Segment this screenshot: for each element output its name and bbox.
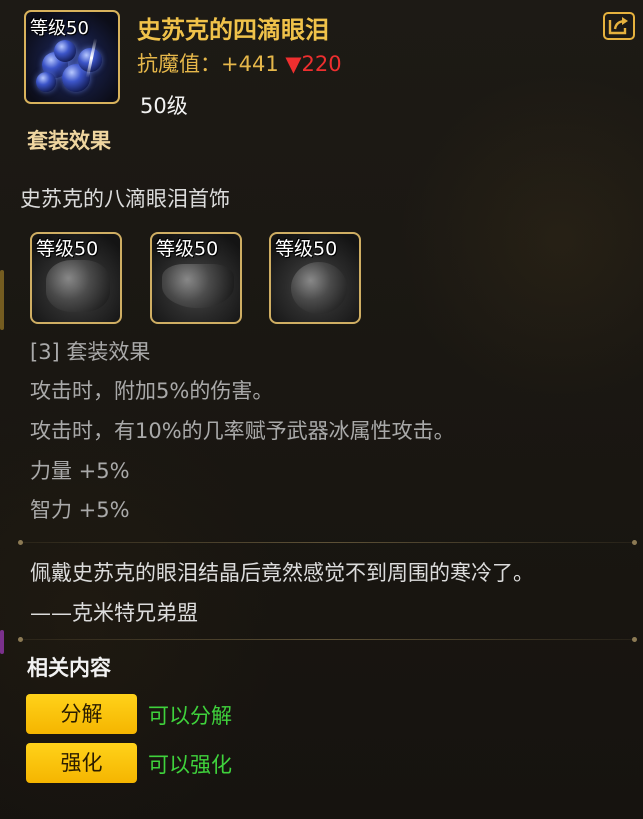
disassemble-button[interactable]: 分解 <box>26 694 137 734</box>
item-title: 史苏克的四滴眼泪 <box>137 16 329 44</box>
divider <box>18 540 637 545</box>
decrease-arrow-icon: ▼ <box>285 52 302 76</box>
set-piece-slot[interactable]: 等级50 <box>30 232 122 324</box>
stat-delta: 220 <box>301 52 342 76</box>
gem-icon <box>36 72 56 92</box>
ring-icon <box>291 262 347 314</box>
stat-label: 抗魔值： <box>137 52 221 76</box>
set-effect-line: 力量 +5% <box>30 459 130 483</box>
edge-glow-purple <box>0 630 4 654</box>
flavor-author: ——克米特兄弟盟 <box>30 601 198 625</box>
set-section-title: 套装效果 <box>27 129 111 153</box>
set-effect-line: 攻击时，附加5%的伤害。 <box>30 379 274 403</box>
set-piece-slot[interactable]: 等级50 <box>269 232 361 324</box>
related-section-title: 相关内容 <box>27 656 111 680</box>
flavor-text: 佩戴史苏克的眼泪结晶后竟然感觉不到周围的寒冷了。 <box>30 561 534 585</box>
required-level: 50级 <box>140 94 188 118</box>
stat-line: 抗魔值：+441 ▼220 <box>137 48 342 78</box>
bracelet-icon <box>46 260 110 312</box>
set-piece-level-tag: 等级50 <box>275 238 338 260</box>
set-effect-line: 攻击时，有10%的几率赋予武器冰属性攻击。 <box>30 419 455 443</box>
set-effect-line: 智力 +5% <box>30 498 130 522</box>
item-level-tag: 等级50 <box>30 18 89 39</box>
edge-glow-gold <box>0 270 4 330</box>
enhance-button[interactable]: 强化 <box>26 743 137 783</box>
set-effect-header: [3] 套装效果 <box>30 340 151 364</box>
set-piece-level-tag: 等级50 <box>156 238 219 260</box>
necklace-icon <box>162 264 234 308</box>
divider <box>18 637 637 642</box>
stat-value: +441 <box>221 52 279 76</box>
set-name: 史苏克的八滴眼泪首饰 <box>20 187 230 211</box>
set-piece-slot[interactable]: 等级50 <box>150 232 242 324</box>
set-piece-level-tag: 等级50 <box>36 238 99 260</box>
item-icon: 等级50 <box>24 10 120 104</box>
share-button[interactable] <box>603 12 635 40</box>
item-tooltip: 等级50 史苏克的四滴眼泪 抗魔值：+441 ▼220 50级 套装效果 史苏克… <box>0 0 643 819</box>
share-arrow-icon <box>608 17 628 35</box>
disassemble-note: 可以分解 <box>148 704 232 728</box>
enhance-note: 可以强化 <box>148 753 232 777</box>
gem-icon <box>54 40 76 62</box>
